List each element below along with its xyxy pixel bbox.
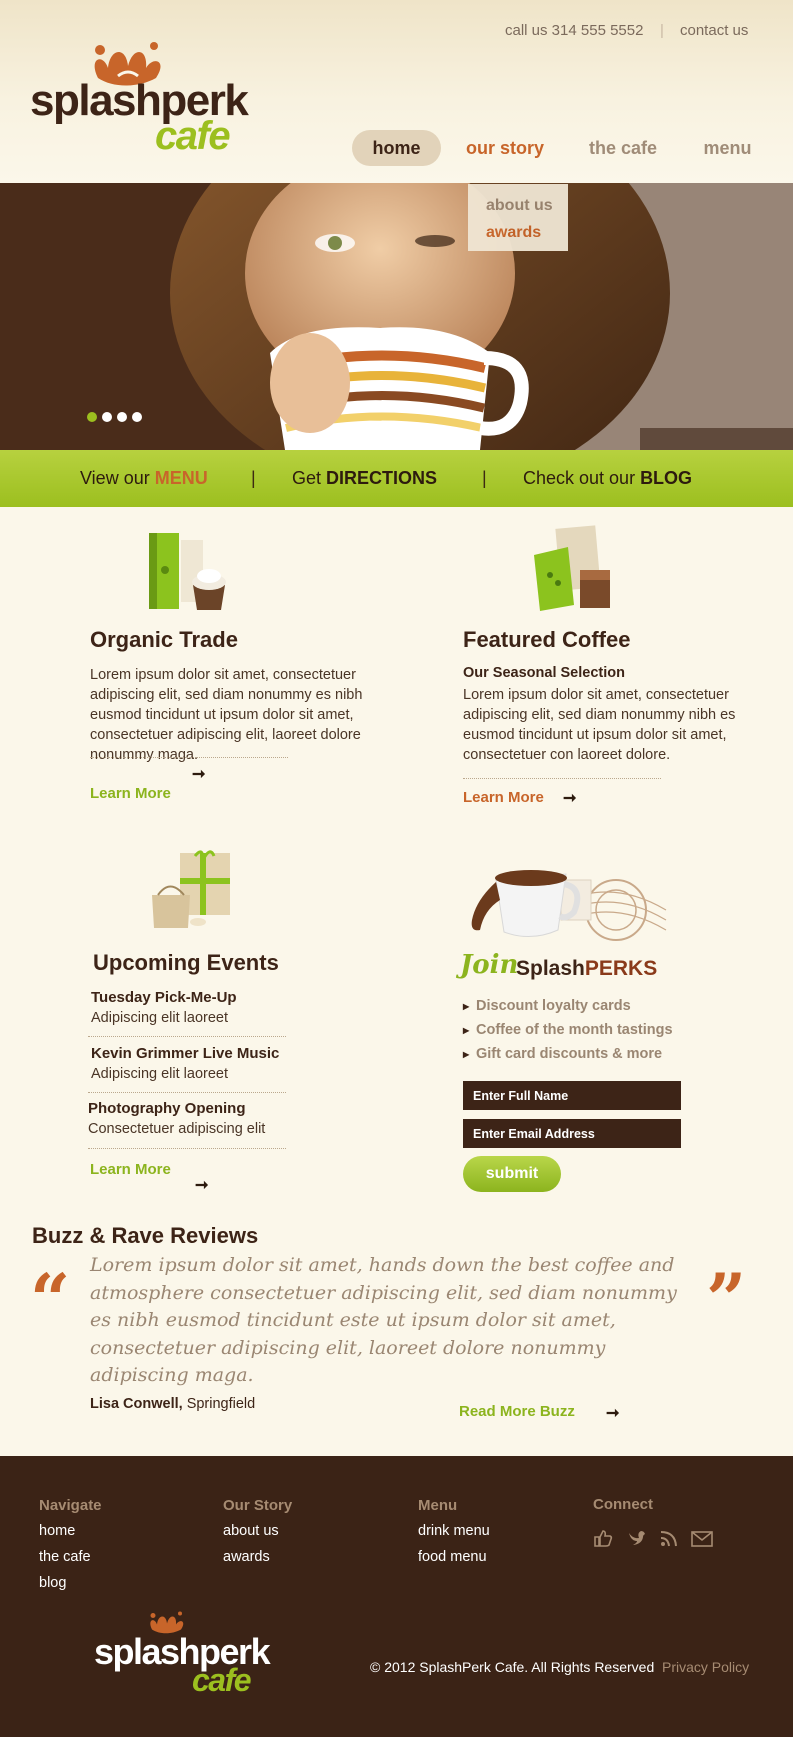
phone-number[interactable]: call us 314 555 5552 — [505, 22, 643, 39]
footer-menu-heading: Menu — [418, 1497, 458, 1514]
featured-learn-more[interactable]: Learn More — [463, 789, 544, 806]
hero-banner[interactable] — [0, 183, 793, 450]
review-author-name: Lisa Conwell, — [90, 1396, 183, 1412]
coffee-cup-stamp-icon — [471, 870, 667, 941]
dropdown-awards[interactable]: awards — [486, 224, 541, 242]
footer-link-awards[interactable]: awards — [223, 1549, 270, 1565]
directions-strong: DIRECTIONS — [326, 468, 438, 488]
open-quote-icon: “ — [30, 1258, 71, 1341]
organic-trade-title: Organic Trade — [90, 627, 238, 652]
organic-arrow-icon[interactable]: ➞ — [192, 764, 205, 784]
review-author-location: Springfield — [182, 1396, 256, 1412]
event-divider-3 — [88, 1148, 286, 1149]
nav-the-cafe[interactable]: the cafe — [578, 130, 668, 166]
featured-arrow-icon[interactable]: ➞ — [563, 788, 576, 808]
slide-dot-1[interactable] — [87, 412, 97, 422]
footer-navigate-heading: Navigate — [39, 1497, 102, 1514]
reviews-title: Buzz & Rave Reviews — [32, 1223, 259, 1248]
quick-links-bar: View our MENU | Get DIRECTIONS | Check o… — [0, 450, 793, 507]
buzz-arrow-icon[interactable]: ➞ — [606, 1403, 619, 1423]
bar-divider-2: | — [482, 468, 487, 488]
footer-link-blog[interactable]: blog — [39, 1575, 66, 1591]
read-more-buzz-link[interactable]: Read More Buzz — [459, 1403, 575, 1420]
submit-button[interactable]: submit — [463, 1156, 561, 1192]
perk-item-2: Coffee of the month tastings — [463, 1022, 673, 1038]
twitter-bird-icon[interactable] — [627, 1529, 647, 1547]
directions-link[interactable]: Get DIRECTIONS — [292, 468, 437, 489]
nav-our-story[interactable]: our story — [455, 130, 555, 166]
hero-image — [0, 183, 793, 450]
close-quote-icon: ” — [706, 1258, 747, 1341]
blog-strong: BLOG — [640, 468, 693, 488]
thumbs-up-icon[interactable] — [593, 1529, 613, 1547]
footer-connect-heading: Connect — [593, 1496, 653, 1513]
join-brand: SplashPERKS — [516, 957, 657, 981]
slide-dot-2[interactable] — [102, 412, 112, 422]
contact-link[interactable]: contact us — [680, 22, 748, 39]
event-3-desc: Consectetuer adipiscing elit — [88, 1121, 266, 1137]
email-icon[interactable] — [691, 1531, 713, 1547]
event-2-desc: Adipiscing elit laoreet — [91, 1066, 229, 1082]
view-menu-link[interactable]: View our MENU — [80, 468, 208, 489]
site-logo[interactable]: splashperk cafe — [30, 38, 270, 163]
view-menu-prefix: View our — [80, 468, 155, 488]
view-menu-strong: MENU — [154, 468, 208, 488]
site-footer: Navigate home the cafe blog Our Story ab… — [0, 1456, 793, 1737]
footer-link-home[interactable]: home — [39, 1523, 75, 1539]
footer-link-drink-menu[interactable]: drink menu — [418, 1523, 490, 1539]
slide-dot-3[interactable] — [117, 412, 127, 422]
footer-link-the-cafe[interactable]: the cafe — [39, 1549, 91, 1565]
organic-products-icon — [149, 533, 226, 610]
review-author: Lisa Conwell, Springfield — [90, 1396, 255, 1412]
featured-subtitle: Our Seasonal Selection — [463, 665, 625, 681]
gift-boxes-icon — [152, 850, 230, 928]
review-quote: Lorem ipsum dolor sit amet, hands down t… — [90, 1254, 677, 1386]
join-brand-splash: Splash — [516, 957, 585, 980]
event-divider-2 — [88, 1092, 286, 1093]
perk-item-3: Gift card discounts & more — [463, 1046, 662, 1062]
join-text: Join — [460, 950, 519, 980]
nav-menu[interactable]: menu — [695, 130, 760, 166]
our-story-dropdown: about us awards — [468, 184, 568, 251]
directions-prefix: Get — [292, 468, 327, 488]
event-2-name[interactable]: Kevin Grimmer Live Music — [91, 1045, 279, 1062]
events-arrow-icon[interactable]: ➞ — [195, 1175, 208, 1195]
copyright-text: © 2012 SplashPerk Cafe. All Rights Reser… — [370, 1659, 655, 1675]
featured-coffee-title: Featured Coffee — [463, 627, 631, 652]
blog-link[interactable]: Check out our BLOG — [523, 468, 692, 489]
coffee-bags-icon — [534, 525, 610, 611]
join-brand-perks: PERKS — [584, 957, 658, 980]
featured-coffee-text: Lorem ipsum dolor sit amet, consectetuer… — [463, 687, 736, 763]
organic-divider — [90, 757, 288, 758]
event-1-name[interactable]: Tuesday Pick-Me-Up — [91, 989, 237, 1006]
slide-dot-4[interactable] — [132, 412, 142, 422]
full-name-input[interactable] — [463, 1081, 681, 1110]
footer-our-story-heading: Our Story — [223, 1497, 293, 1514]
event-1-desc: Adipiscing elit laoreet — [91, 1010, 229, 1026]
site-header: call us 314 555 5552 | contact us splash… — [0, 0, 793, 183]
perk-item-1: Discount loyalty cards — [463, 998, 631, 1014]
header-divider: | — [660, 22, 664, 39]
blog-prefix: Check out our — [523, 468, 641, 488]
footer-link-food-menu[interactable]: food menu — [418, 1549, 487, 1565]
footer-logo-subtext: cafe — [192, 1662, 252, 1698]
logo-subtext: cafe — [155, 114, 231, 158]
rss-icon[interactable] — [659, 1529, 679, 1547]
event-divider-1 — [88, 1036, 286, 1037]
email-input[interactable] — [463, 1119, 681, 1148]
featured-divider — [463, 778, 661, 779]
footer-link-about-us[interactable]: about us — [223, 1523, 279, 1539]
events-title: Upcoming Events — [93, 950, 279, 975]
bar-divider-1: | — [251, 468, 256, 488]
organic-learn-more[interactable]: Learn More — [90, 785, 171, 802]
events-learn-more[interactable]: Learn More — [90, 1161, 171, 1178]
dropdown-about-us[interactable]: about us — [486, 197, 553, 215]
privacy-policy-link[interactable]: Privacy Policy — [662, 1659, 749, 1675]
event-3-name[interactable]: Photography Opening — [88, 1100, 246, 1117]
nav-home[interactable]: home — [352, 130, 441, 166]
organic-trade-text: Lorem ipsum dolor sit amet, consectetuer… — [90, 667, 363, 763]
footer-logo[interactable]: splashperk cafe — [94, 1606, 294, 1706]
